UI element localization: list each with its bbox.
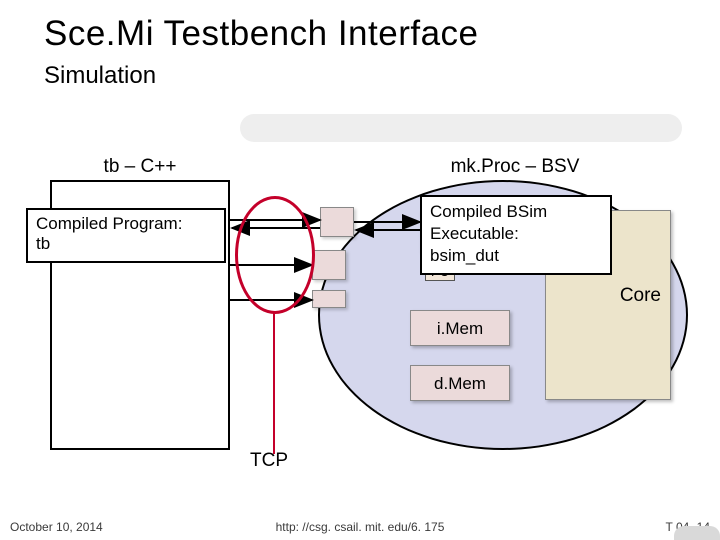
proc-label: mk.Proc – BSV <box>350 156 680 178</box>
slide-subtitle: Simulation <box>44 62 156 90</box>
dmem-box: d.Mem <box>410 365 510 401</box>
compiled-bsim-line1: Compiled BSim <box>430 202 547 221</box>
decorative-corner <box>674 526 720 540</box>
decorative-bar <box>240 114 682 142</box>
transactor-stub <box>312 290 346 308</box>
imem-box: i.Mem <box>410 310 510 346</box>
tcp-label: TCP <box>250 450 288 472</box>
tb-label: tb – C++ <box>50 156 230 178</box>
footer-date: October 10, 2014 <box>10 520 103 534</box>
footer-url: http: //csg. csail. mit. edu/6. 175 <box>276 520 445 534</box>
tcp-ellipse <box>235 196 315 314</box>
diagram: tb – C++ mk.Proc – BSV Core PC i.Mem d.M… <box>20 150 700 470</box>
transactor-stub <box>320 207 354 237</box>
core-label: Core <box>545 285 671 307</box>
slide: Sce.Mi Testbench Interface Simulation tb… <box>0 0 720 540</box>
transactor-stub <box>312 250 346 280</box>
slide-title: Sce.Mi Testbench Interface <box>44 14 479 54</box>
compiled-tb-box: Compiled Program: tb <box>26 208 226 263</box>
compiled-tb-line2: tb <box>36 234 50 253</box>
compiled-bsim-line3: bsim_dut <box>430 246 499 265</box>
compiled-bsim-box: Compiled BSim Executable: bsim_dut <box>420 195 612 275</box>
tcp-line <box>273 312 275 454</box>
compiled-tb-line1: Compiled Program: <box>36 214 182 233</box>
compiled-bsim-line2: Executable: <box>430 224 519 243</box>
